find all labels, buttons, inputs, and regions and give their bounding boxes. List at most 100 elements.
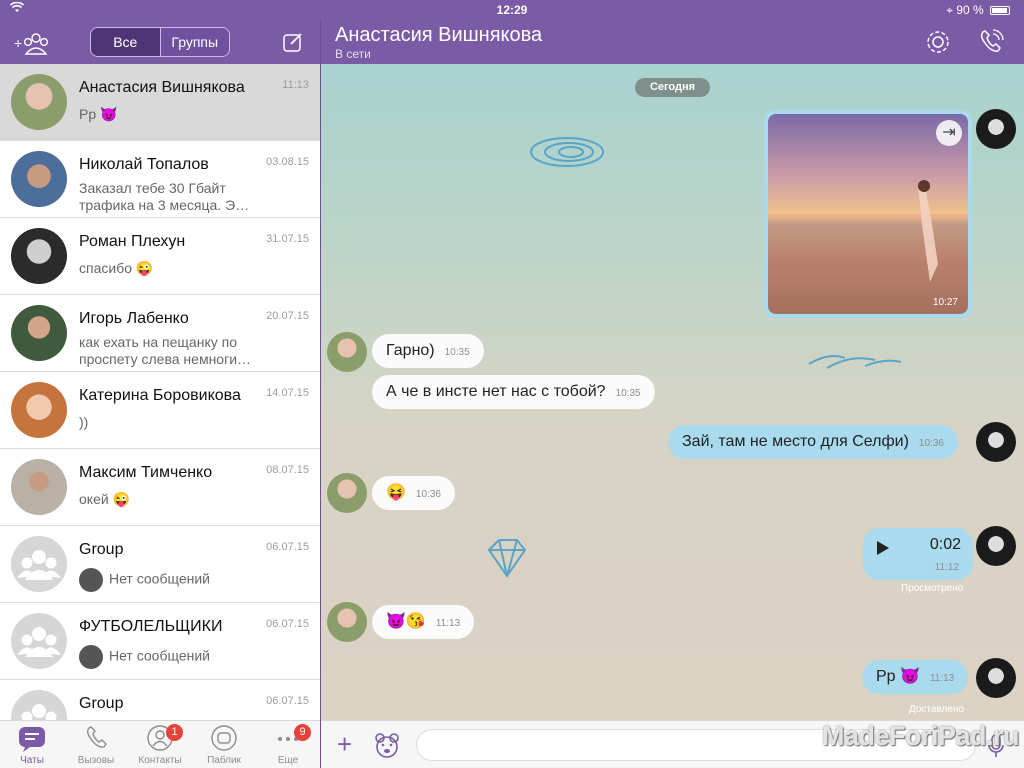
battery-level: 90 %	[956, 3, 984, 17]
conversation-area: Сегодня ⇥ 10:27 Гарно) 10:35 А че в инсте…	[321, 64, 1024, 720]
chat-preview: Нет сообщений	[109, 647, 211, 664]
add-group-icon[interactable]: +	[14, 30, 54, 56]
message-text: А че в инсте нет нас с тобой?	[386, 383, 606, 400]
message-time: 11:12	[934, 562, 959, 573]
chat-name: Катерина Боровикова	[79, 387, 241, 404]
message-time: 11:13	[435, 618, 461, 629]
chat-date: 14.07.15	[266, 387, 309, 399]
compose-icon[interactable]	[282, 31, 304, 53]
segment-groups[interactable]: Группы	[159, 28, 229, 56]
chat-preview: ))	[79, 414, 89, 430]
message-text: Pp 😈	[876, 668, 920, 685]
conversation-header: Анастасия Вишнякова В сети	[321, 20, 1024, 64]
message-text: Гарно)	[386, 342, 435, 359]
chat-list-item[interactable]: Игорь Лабенко 20.07.15 как ехать на пеща…	[0, 295, 320, 372]
message-time: 10:35	[615, 388, 641, 399]
avatar	[11, 151, 67, 207]
bottom-tab-bar: Чаты Вызовы 1 Контакты Паблик 9 Еще	[0, 720, 320, 768]
play-icon[interactable]	[877, 541, 889, 555]
chat-list-item[interactable]: Николай Топалов 03.08.15 Заказал тебе 30…	[0, 141, 320, 218]
chat-list-item[interactable]: ФУТБОЛЕЛЬЩИКИ 06.07.15 Нет сообщений	[0, 603, 320, 680]
notification-badge: 9	[294, 724, 311, 741]
beach-photo: ⇥ 10:27	[768, 114, 968, 314]
avatar[interactable]	[976, 422, 1016, 462]
battery-icon	[990, 6, 1010, 16]
chat-list-item[interactable]: Group 06.07.15	[0, 680, 320, 720]
chat-list-item[interactable]: Group 06.07.15 Нет сообщений	[0, 526, 320, 603]
tab-label: Еще	[277, 755, 299, 766]
settings-gear-icon[interactable]	[924, 28, 952, 56]
status-bar: 12:29 ⌖ 90 %	[0, 0, 1024, 20]
chat-preview: спасибо 😜	[79, 260, 154, 276]
chat-preview: Нет сообщений	[109, 570, 211, 587]
tab-contacts[interactable]: 1 Контакты	[128, 721, 192, 768]
message-time: 11:13	[929, 673, 955, 684]
chat-date: 03.08.15	[266, 156, 309, 168]
sticker-bear-icon[interactable]	[373, 731, 401, 759]
avatar	[79, 645, 103, 669]
chat-list-item[interactable]: Анастасия Вишнякова 11:13 Pp 😈	[0, 64, 320, 141]
contact-name[interactable]: Анастасия Вишнякова	[335, 24, 542, 47]
tab-label: Контакты	[138, 755, 182, 766]
tab-label: Чаты	[20, 755, 44, 766]
message-text: 😈😘	[386, 613, 426, 630]
avatar	[11, 305, 67, 361]
chat-list-item[interactable]: Роман Плехун 31.07.15 спасибо 😜	[0, 218, 320, 295]
notification-badge: 1	[166, 724, 183, 741]
chat-list-item[interactable]: Катерина Боровикова 14.07.15 ))	[0, 372, 320, 449]
wave-doodle-icon	[808, 355, 902, 369]
chat-preview: окей 😜	[79, 491, 130, 507]
attach-plus-icon[interactable]: +	[337, 731, 352, 757]
group-avatar-icon	[11, 536, 67, 592]
chat-name: Игорь Лабенко	[79, 310, 189, 327]
phone-icon	[86, 726, 107, 748]
chat-name: Group	[79, 541, 124, 558]
message-bubble[interactable]: Зай, там не место для Селфи) 10:36	[668, 425, 958, 459]
message-state: Доставлено	[909, 704, 965, 715]
avatar[interactable]	[327, 332, 367, 372]
chat-date: 08.07.15	[266, 464, 309, 476]
chat-preview: как ехать на пещанку по проспету слева н…	[79, 334, 252, 367]
sidebar-header: + Все Группы	[0, 20, 320, 64]
chat-date: 06.07.15	[266, 695, 309, 707]
chat-date: 20.07.15	[266, 310, 309, 322]
chat-name: Group	[79, 695, 124, 712]
chat-list-item[interactable]: Максим Тимченко 08.07.15 окей 😜	[0, 449, 320, 526]
avatar	[11, 228, 67, 284]
avatar	[79, 568, 103, 592]
tab-calls[interactable]: Вызовы	[64, 721, 128, 768]
forward-icon[interactable]: ⇥	[936, 120, 962, 146]
avatar[interactable]	[976, 526, 1016, 566]
message-bubble[interactable]: 😈😘 11:13	[372, 605, 475, 639]
tab-more[interactable]: 9 Еще	[256, 721, 320, 768]
avatar[interactable]	[327, 602, 367, 642]
voice-duration: 0:02	[929, 536, 961, 553]
watermark: MadeForiPad.ru	[822, 721, 1020, 751]
avatar	[11, 74, 67, 130]
chat-name: Максим Тимченко	[79, 464, 213, 481]
voice-message[interactable]: 0:02 11:12	[863, 528, 973, 580]
tab-label: Вызовы	[77, 755, 115, 766]
avatar[interactable]	[976, 658, 1016, 698]
photo-message[interactable]: ⇥ 10:27	[764, 110, 972, 318]
chat-date: 06.07.15	[266, 541, 309, 553]
call-phone-icon[interactable]	[977, 28, 1005, 56]
chat-name: ФУТБОЛЕЛЬЩИКИ	[79, 618, 223, 635]
chat-preview: Заказал тебе 30 Гбайт трафика на 3 месяц…	[79, 180, 250, 213]
location-icon: ⌖	[946, 3, 953, 17]
avatar	[11, 459, 67, 515]
segment-all[interactable]: Все	[91, 28, 160, 56]
clock: 12:29	[496, 3, 528, 17]
message-bubble[interactable]: А че в инсте нет нас с тобой? 10:35	[372, 375, 655, 409]
message-bubble[interactable]: Гарно) 10:35	[372, 334, 484, 368]
message-state: Просмотрено	[901, 583, 964, 594]
tab-public[interactable]: Паблик	[192, 721, 256, 768]
avatar[interactable]	[327, 473, 367, 513]
avatar[interactable]	[976, 109, 1016, 149]
tab-chats[interactable]: Чаты	[0, 721, 64, 768]
message-bubble[interactable]: Pp 😈 11:13	[862, 660, 969, 694]
chat-date: 11:13	[282, 79, 309, 91]
chat-date: 31.07.15	[266, 233, 309, 245]
public-chats-icon	[211, 725, 237, 751]
message-bubble[interactable]: 😝 10:36	[372, 476, 455, 510]
